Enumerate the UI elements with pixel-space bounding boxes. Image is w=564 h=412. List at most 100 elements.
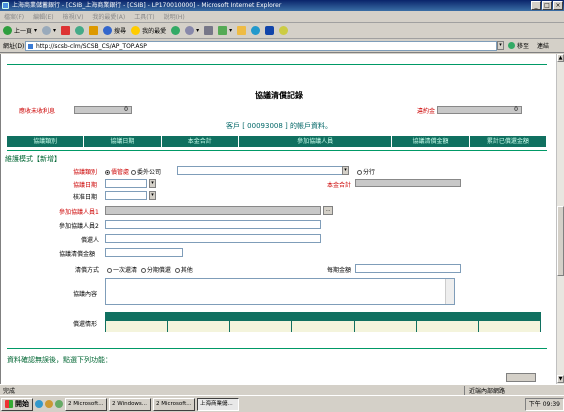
- refresh-icon: [75, 26, 85, 35]
- search-icon: [103, 26, 113, 35]
- quicklaunch-desktop-icon[interactable]: [55, 400, 63, 408]
- page-title: 協議清償記錄: [255, 91, 303, 100]
- approve-date-input[interactable]: [105, 191, 147, 200]
- agreement-date-input[interactable]: [105, 179, 147, 188]
- menu-bar: 檔案(F) 編輯(E) 檢視(V) 我的最愛(A) 工具(T) 說明(H): [0, 11, 564, 23]
- bluetooth-icon: [265, 26, 275, 35]
- col-repaid[interactable]: 累計已償還金額: [470, 136, 547, 147]
- print-button[interactable]: [204, 26, 214, 35]
- participant2-input[interactable]: [105, 220, 321, 229]
- messenger-button[interactable]: [251, 26, 261, 35]
- minimize-button[interactable]: _: [531, 1, 541, 10]
- radio-outsourced[interactable]: [130, 170, 136, 175]
- windows-logo-icon: [5, 400, 13, 408]
- radio-installment[interactable]: [140, 268, 146, 273]
- menu-edit[interactable]: 編輯(E): [33, 12, 53, 21]
- task-microsoft-2[interactable]: 2 Microsoft...: [153, 397, 195, 411]
- method-radio-group: 一次還清 分期償還 其他: [107, 265, 193, 274]
- settlement-amount-label: 協議清償金額: [59, 251, 96, 258]
- col-category[interactable]: 協議類別: [7, 136, 85, 147]
- maximize-button[interactable]: □: [542, 1, 552, 10]
- period-amount-input[interactable]: [355, 264, 461, 273]
- quicklaunch-icon[interactable]: [45, 400, 53, 408]
- content-scrollbar[interactable]: [445, 279, 454, 304]
- menu-tools[interactable]: 工具(T): [134, 12, 154, 21]
- principal-total-value: [355, 179, 461, 187]
- home-button[interactable]: [89, 26, 99, 35]
- participant1-lookup-button[interactable]: …: [323, 206, 333, 215]
- search-button[interactable]: 搜尋: [103, 26, 126, 35]
- category-label: 協議類別: [73, 169, 98, 176]
- repay-status-label: 償還情形: [73, 321, 98, 328]
- edit-button[interactable]: ▾: [218, 26, 232, 35]
- back-button[interactable]: 上一頁 ▾: [3, 26, 37, 35]
- stop-button[interactable]: [61, 26, 71, 35]
- folder-button[interactable]: [237, 26, 247, 35]
- page-content: 協議清償記錄 應收未收利息 0 違約金 0 客戶 [ 00093008 ] 的帳…: [0, 54, 556, 384]
- category-select[interactable]: [177, 166, 349, 175]
- edit-icon: [218, 26, 228, 35]
- mail-button[interactable]: ▾: [185, 26, 199, 35]
- refresh-button[interactable]: [75, 26, 85, 35]
- top-divider: [7, 64, 547, 65]
- forward-arrow-icon: [42, 26, 52, 35]
- radio-lump-sum[interactable]: [107, 268, 112, 273]
- radio-debt-mgmt[interactable]: [105, 170, 110, 175]
- approve-date-picker[interactable]: ▾: [149, 191, 156, 200]
- media-button[interactable]: [171, 26, 181, 35]
- task-microsoft-1[interactable]: 2 Microsoft...: [65, 397, 107, 411]
- agreement-table-header: 協議類別 協議日期 本金合計 參加協議人員 協議清償金額 累計已償還金額: [7, 136, 547, 147]
- function-button[interactable]: [506, 373, 536, 382]
- system-tray: 下午 09:39: [524, 397, 564, 411]
- forward-button[interactable]: ▾: [42, 26, 56, 35]
- address-label: 網址(D): [3, 43, 25, 50]
- links-button[interactable]: 連結: [537, 41, 549, 50]
- star-icon: [131, 26, 141, 35]
- radio-branch[interactable]: [357, 170, 362, 175]
- mouse-button[interactable]: [279, 26, 289, 35]
- security-zone: 近端內部網路: [464, 385, 564, 395]
- task-scsb-bank[interactable]: 上海商業儲...: [197, 397, 239, 411]
- menu-view[interactable]: 檢視(V): [63, 12, 84, 21]
- close-button[interactable]: ×: [553, 1, 563, 10]
- agreement-date-picker[interactable]: ▾: [149, 179, 156, 188]
- participant2-label: 參加協議人員2: [59, 223, 99, 230]
- go-button[interactable]: 移至: [508, 41, 529, 50]
- menu-help[interactable]: 說明(H): [164, 12, 185, 21]
- accrued-interest-label: 應收未收利息: [19, 108, 56, 115]
- clock[interactable]: 下午 09:39: [529, 401, 560, 408]
- approve-date-label: 核准日期: [73, 194, 98, 201]
- favorites-button[interactable]: 我的最愛: [131, 26, 166, 35]
- address-dropdown[interactable]: ▾: [497, 41, 504, 50]
- repay-status-row: [106, 321, 540, 332]
- start-button[interactable]: 開始: [1, 397, 33, 411]
- content-textarea[interactable]: [105, 278, 455, 305]
- col-participants[interactable]: 參加協議人員: [239, 136, 393, 147]
- category-dropdown-arrow[interactable]: ▾: [342, 166, 349, 175]
- page-scrollbar[interactable]: ▲ ▼: [556, 54, 564, 384]
- bluetooth-button[interactable]: [265, 26, 275, 35]
- quicklaunch-ie-icon[interactable]: [35, 400, 43, 408]
- media-icon: [171, 26, 181, 35]
- mouse-icon: [279, 26, 289, 35]
- task-windows[interactable]: 2 Windows...: [109, 397, 151, 411]
- col-date[interactable]: 協議日期: [84, 136, 162, 147]
- radio-other[interactable]: [174, 268, 180, 273]
- home-icon: [89, 26, 99, 35]
- scroll-up-arrow[interactable]: ▲: [557, 54, 564, 62]
- method-label: 清償方式: [75, 267, 100, 274]
- scroll-down-arrow[interactable]: ▼: [557, 375, 564, 383]
- toolbar: 上一頁 ▾ ▾ 搜尋 我的最愛 ▾ ▾: [0, 23, 564, 39]
- repayer-input[interactable]: [105, 234, 321, 243]
- col-settlement-amount[interactable]: 協議清償金額: [392, 136, 470, 147]
- menu-favorites[interactable]: 我的最愛(A): [92, 12, 125, 21]
- settlement-amount-input[interactable]: [105, 248, 183, 257]
- footer-note: 資料確認無誤後，點選下列功能：: [7, 356, 112, 364]
- menu-file[interactable]: 檔案(F): [4, 12, 24, 21]
- scroll-thumb[interactable]: [557, 206, 564, 276]
- back-arrow-icon: [3, 26, 12, 35]
- address-input[interactable]: http://scsb-clm/SCSB_CS/AP_TOP.ASP: [25, 40, 497, 51]
- mode-divider: [7, 150, 547, 151]
- col-principal[interactable]: 本金合計: [162, 136, 239, 147]
- participant1-label: 參加協議人員1: [59, 209, 99, 216]
